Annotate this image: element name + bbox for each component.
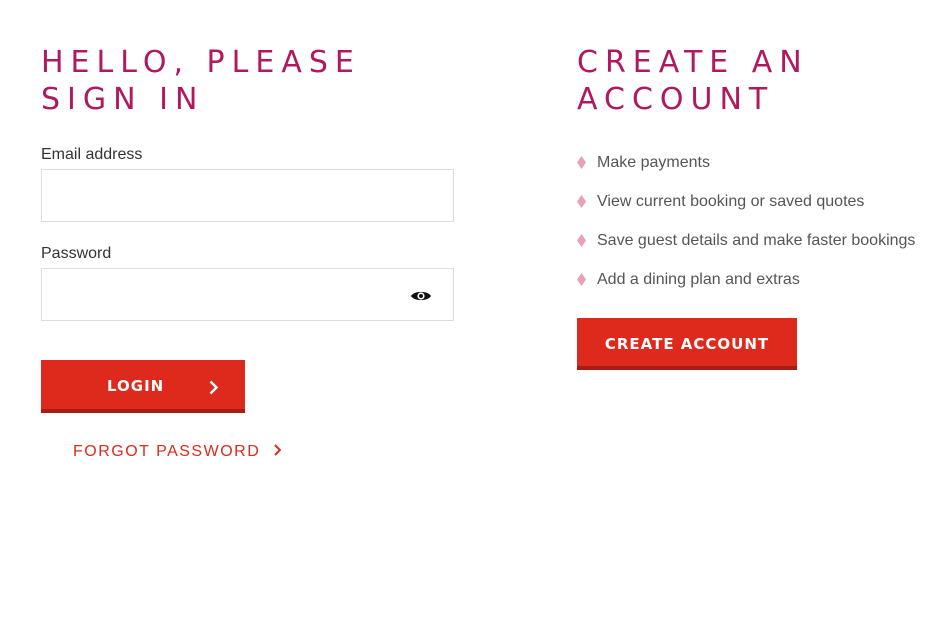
create-account-heading-line1: CREATE AN <box>577 45 809 80</box>
password-field[interactable] <box>42 269 453 320</box>
benefit-text: Save guest details and make faster booki… <box>597 231 916 249</box>
forgot-password-label: FORGOT PASSWORD <box>73 443 261 460</box>
sign-in-heading-line1: HELLO, PLEASE <box>41 45 361 80</box>
create-account-heading-line2: ACCOUNT <box>577 82 775 117</box>
list-item: Make payments <box>577 143 915 182</box>
diamond-icon <box>577 156 586 169</box>
diamond-icon <box>577 273 586 286</box>
benefits-list: Make payments View current booking or sa… <box>577 143 915 299</box>
chevron-right-icon <box>209 380 219 399</box>
create-account-button-label: CREATE ACCOUNT <box>604 335 770 353</box>
diamond-icon <box>577 234 586 247</box>
chevron-right-icon <box>274 443 282 461</box>
password-field-wrapper <box>41 268 454 321</box>
diamond-icon <box>577 195 586 208</box>
sign-in-heading-line2: SIGN IN <box>41 82 205 117</box>
email-field[interactable] <box>42 170 453 221</box>
list-item: Save guest details and make faster booki… <box>577 221 915 260</box>
eye-icon[interactable] <box>410 288 432 302</box>
create-account-button[interactable]: CREATE ACCOUNT <box>577 318 797 370</box>
forgot-password-link[interactable]: FORGOT PASSWORD <box>73 443 282 461</box>
benefit-text: Add a dining plan and extras <box>597 270 800 288</box>
benefit-text: Make payments <box>597 153 710 171</box>
login-button-label: LOGIN <box>107 377 165 395</box>
email-label: Email address <box>41 146 143 163</box>
list-item: View current booking or saved quotes <box>577 182 915 221</box>
sign-in-heading: HELLO, PLEASE SIGN IN <box>41 44 361 118</box>
password-label: Password <box>41 245 112 262</box>
email-field-wrapper <box>41 169 454 222</box>
create-account-heading: CREATE AN ACCOUNT <box>577 44 809 118</box>
list-item: Add a dining plan and extras <box>577 260 915 299</box>
benefit-text: View current booking or saved quotes <box>597 192 865 210</box>
login-button[interactable]: LOGIN <box>41 360 245 413</box>
